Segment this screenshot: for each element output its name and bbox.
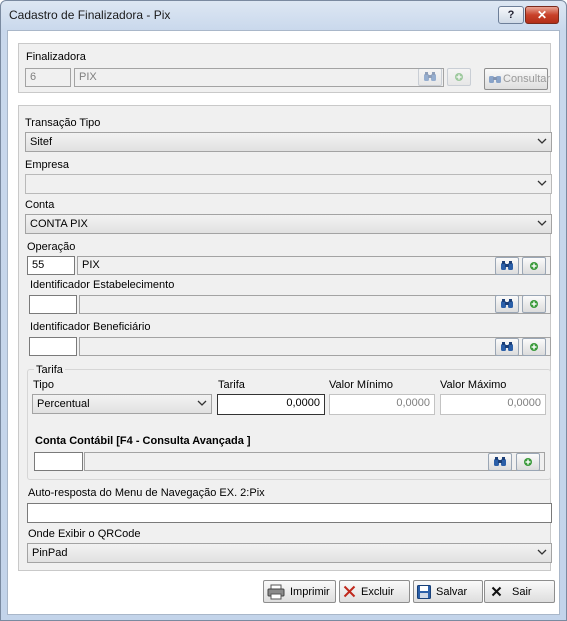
operacao-name-field: PIX [77, 256, 551, 275]
id-estabelecimento-code-input[interactable] [29, 295, 77, 314]
empresa-label: Empresa [25, 159, 70, 171]
transacao-tipo-select[interactable]: Sitef [25, 132, 552, 152]
auto-resposta-input[interactable] [27, 503, 552, 523]
qrcode-select[interactable]: PinPad [27, 543, 552, 563]
tarifa-group-label: Tarifa [34, 364, 65, 376]
valor-maximo-label: Valor Máximo [440, 379, 507, 391]
imprimir-button[interactable]: Imprimir [263, 580, 336, 603]
id-estabelecimento-name-field [79, 295, 551, 314]
binoculars-icon [494, 457, 506, 466]
printer-icon [267, 584, 285, 599]
empresa-select[interactable] [25, 174, 552, 194]
imprimir-label: Imprimir [290, 585, 330, 598]
chevron-down-icon [537, 138, 547, 144]
dialog-window: Cadastro de Finalizadora - Pix ? ✕ Final… [0, 0, 567, 621]
plus-icon [524, 458, 532, 466]
consultar-button: Consultar [484, 68, 551, 90]
conta-select[interactable]: CONTA PIX [25, 214, 552, 234]
x-icon [343, 585, 356, 598]
operacao-search-button[interactable] [495, 257, 519, 275]
valor-minimo-input[interactable]: 0,0000 [329, 394, 435, 415]
id-beneficiario-search-button[interactable] [495, 338, 519, 356]
plus-icon [530, 262, 538, 270]
conta-contabil-label: Conta Contábil [F4 - Consulta Avançada ] [35, 435, 251, 447]
chevron-down-icon [537, 220, 547, 226]
operacao-label: Operação [27, 241, 76, 253]
chevron-down-icon [537, 549, 547, 555]
valor-maximo-input[interactable]: 0,0000 [440, 394, 546, 415]
tipo-value: Percentual [37, 398, 90, 410]
finalizadora-code-field: 6 [25, 68, 71, 87]
finalizadora-name-field: PIX [74, 68, 444, 87]
tarifa-label: Tarifa [218, 379, 245, 391]
transacao-tipo-label: Transação Tipo [25, 117, 101, 129]
transacao-tipo-value: Sitef [30, 136, 53, 148]
operacao-code-input[interactable]: 55 [27, 256, 75, 275]
close-icon [491, 586, 502, 597]
qrcode-label: Onde Exibir o QRCode [28, 528, 141, 540]
conta-contabil-add-button[interactable] [516, 453, 540, 471]
salvar-button[interactable]: Salvar [413, 580, 483, 603]
consultar-label: Consultar [503, 73, 551, 85]
finalizadora-label: Finalizadora [26, 51, 86, 63]
binoculars-icon [501, 261, 513, 270]
plus-icon [530, 300, 538, 308]
conta-contabil-code-input[interactable] [34, 452, 83, 471]
binoculars-icon [501, 299, 513, 308]
conta-value: CONTA PIX [30, 218, 88, 230]
id-beneficiario-name-field [79, 337, 551, 356]
auto-resposta-label: Auto-resposta do Menu de Navegação EX. 2… [28, 487, 265, 499]
finalizadora-panel: Finalizadora 6 PIX Consultar [18, 43, 551, 93]
id-estabelecimento-add-button[interactable] [522, 295, 546, 313]
dialog-body: Finalizadora 6 PIX Consultar Transação T… [7, 30, 560, 615]
chevron-down-icon [537, 180, 547, 186]
tarifa-input[interactable]: 0,0000 [217, 394, 325, 415]
window-title: Cadastro de Finalizadora - Pix [9, 8, 171, 22]
binoculars-icon [489, 76, 501, 83]
close-button[interactable]: ✕ [525, 6, 559, 24]
sair-label: Sair [512, 585, 532, 598]
valor-minimo-label: Valor Mínimo [329, 379, 393, 391]
tipo-label: Tipo [33, 379, 54, 391]
salvar-label: Salvar [436, 585, 468, 598]
tipo-select[interactable]: Percentual [32, 394, 212, 414]
operacao-add-button[interactable] [522, 257, 546, 275]
floppy-disk-icon [417, 584, 431, 599]
excluir-label: Excluir [361, 585, 395, 598]
binoculars-icon [424, 72, 436, 81]
title-bar[interactable]: Cadastro de Finalizadora - Pix ? ✕ [1, 1, 566, 29]
conta-contabil-name-field [84, 452, 545, 471]
binoculars-icon [501, 342, 513, 351]
plus-icon [455, 73, 463, 81]
finalizadora-search-button [418, 68, 442, 86]
id-estabelecimento-label: Identificador Estabelecimento [30, 279, 175, 291]
plus-icon [530, 343, 538, 351]
sair-button[interactable]: Sair [484, 580, 555, 603]
id-beneficiario-add-button[interactable] [522, 338, 546, 356]
finalizadora-add-button [447, 68, 471, 86]
excluir-button[interactable]: Excluir [339, 580, 410, 603]
id-estabelecimento-search-button[interactable] [495, 295, 519, 313]
qrcode-value: PinPad [32, 547, 68, 559]
conta-label: Conta [25, 199, 55, 211]
chevron-down-icon [197, 400, 207, 406]
conta-contabil-search-button[interactable] [488, 453, 512, 471]
help-button[interactable]: ? [498, 6, 524, 24]
id-beneficiario-code-input[interactable] [29, 337, 77, 356]
id-beneficiario-label: Identificador Beneficiário [30, 321, 151, 333]
